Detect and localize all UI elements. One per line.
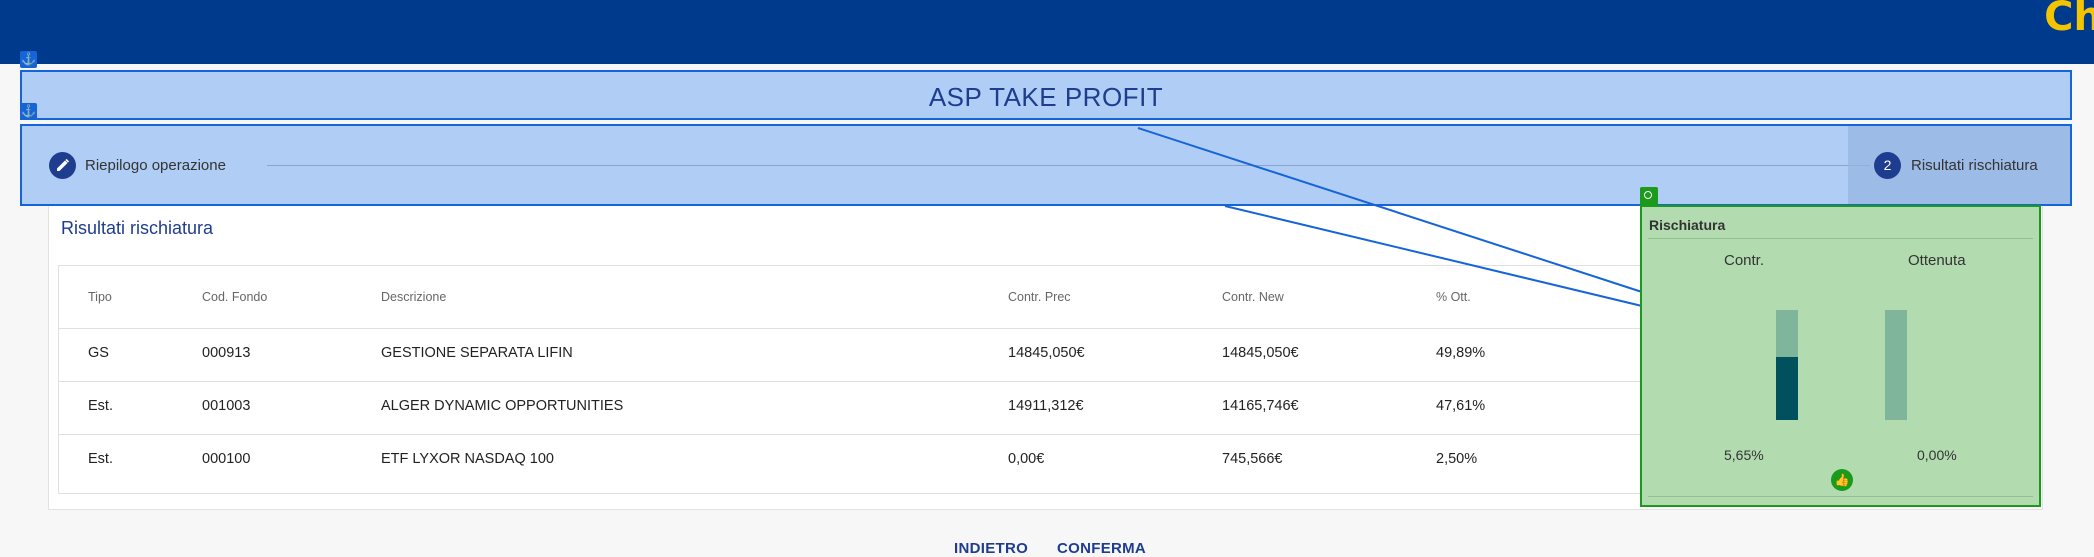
cell-contr-prec: 14845,050€	[1008, 345, 1085, 361]
cell-tipo: Est.	[88, 398, 113, 414]
cell-contr-prec: 0,00€	[1008, 451, 1045, 467]
cell-contr-new: 745,566€	[1222, 451, 1283, 467]
cell-cod-fondo: 000100	[202, 451, 251, 467]
contr-value: 5,65%	[1724, 447, 1764, 463]
cell-tipo: Est.	[88, 451, 113, 467]
col-header-contr-new: Contr. New	[1222, 290, 1284, 304]
cell-descrizione: GESTIONE SEPARATA LIFIN	[381, 345, 573, 361]
cell-contr-prec: 14911,312€	[1008, 398, 1084, 414]
target-icon	[1640, 187, 1658, 205]
confirm-button[interactable]: CONFERMA	[1057, 540, 1146, 557]
results-title: Risultati rischiatura	[61, 218, 214, 238]
panel-divider	[1648, 238, 2033, 239]
ottenuta-label: Ottenuta	[1908, 252, 1966, 269]
col-header-contr-prec: Contr. Prec	[1008, 290, 1071, 304]
ottenuta-value: 0,00%	[1917, 447, 1957, 463]
page-title-box: ASP TAKE PROFIT	[20, 70, 2072, 120]
rischiatura-panel: Rischiatura Contr. Ottenuta 5,65% 0,00% …	[1640, 205, 2041, 507]
contr-label: Contr.	[1724, 252, 1765, 269]
col-header-descrizione: Descrizione	[381, 290, 447, 304]
step-2-label[interactable]: Risultati rischiatura	[1911, 157, 2038, 174]
pencil-icon[interactable]	[49, 152, 76, 179]
col-header-pct-ott: % Ott.	[1436, 290, 1471, 304]
cell-pct-ott: 47,61%	[1436, 398, 1486, 414]
contr-level-bar	[1776, 310, 1798, 420]
rischiatura-title: Rischiatura	[1649, 217, 1726, 233]
stepper-connector	[267, 165, 1870, 166]
cell-pct-ott: 49,89%	[1436, 345, 1486, 361]
col-header-tipo: Tipo	[88, 290, 112, 304]
stepper: Riepilogo operazione 2 Risultati rischia…	[20, 124, 2072, 206]
page-title: ASP TAKE PROFIT	[928, 82, 1164, 112]
top-header-bar: Ch	[0, 0, 2094, 64]
contr-level-fill	[1776, 357, 1798, 420]
col-header-cod-fondo: Cod. Fondo	[202, 290, 268, 304]
anchor-icon: ⚓	[20, 103, 37, 120]
cell-contr-new: 14165,746€	[1222, 398, 1299, 414]
cell-descrizione: ALGER DYNAMIC OPPORTUNITIES	[381, 398, 624, 414]
brand-logo-text: Ch	[2044, 0, 2094, 40]
thumbs-up-icon: 👍	[1831, 469, 1853, 491]
ottenuta-level-bar	[1885, 310, 1907, 420]
step-2-number[interactable]: 2	[1874, 152, 1901, 179]
cell-descrizione: ETF LYXOR NASDAQ 100	[381, 451, 554, 467]
cell-contr-new: 14845,050€	[1222, 345, 1299, 361]
step-1-label[interactable]: Riepilogo operazione	[85, 157, 226, 174]
cell-tipo: GS	[88, 345, 109, 361]
cell-cod-fondo: 000913	[202, 345, 251, 361]
cell-cod-fondo: 001003	[202, 398, 251, 414]
cell-pct-ott: 2,50%	[1436, 451, 1478, 467]
anchor-icon: ⚓	[20, 51, 37, 68]
panel-divider	[1648, 496, 2033, 497]
back-button[interactable]: INDIETRO	[954, 540, 1028, 557]
